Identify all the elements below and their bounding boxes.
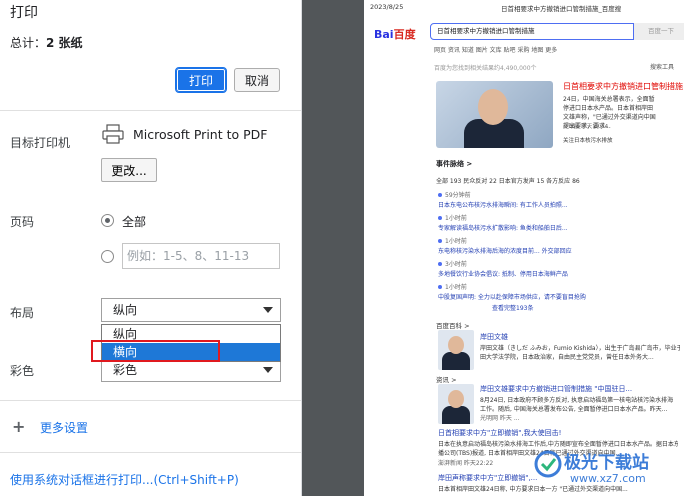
news-thumbnail	[438, 384, 474, 424]
sheet-total-value: 2 张纸	[46, 36, 83, 50]
timeline-item: 1小时前	[438, 282, 467, 291]
layout-select-value: 纵向	[113, 303, 138, 317]
chevron-down-icon	[263, 307, 273, 313]
divider	[0, 452, 301, 453]
baike-title: 岸田文雄	[480, 333, 508, 341]
system-dialog-link[interactable]: 使用系统对话框进行打印...(Ctrl+Shift+P)	[10, 471, 239, 488]
divider	[0, 110, 301, 111]
timeline-item: 59分钟前	[438, 190, 471, 199]
card-follow: 关注日本核污水排放	[563, 138, 613, 144]
baidu-logo: Bai百度	[374, 26, 416, 42]
watermark-url: www.xz7.com	[570, 472, 646, 485]
baidu-logo-b: 百度	[393, 28, 416, 41]
pages-all-radio[interactable]	[101, 214, 114, 227]
plus-icon[interactable]: +	[12, 419, 25, 435]
chevron-down-icon	[263, 367, 273, 373]
timeline-item: 多地餐饮行业协会倡议: 抵制、停用日本海鲜产品	[438, 271, 568, 278]
pages-range-input[interactable]: 例如：1-5、8、11-13	[122, 243, 280, 269]
printer-name: Microsoft Print to PDF	[133, 127, 268, 142]
color-label: 彩色	[10, 364, 35, 378]
pages-range-placeholder: 例如：1-5、8、11-13	[127, 249, 250, 263]
events-heading: 事件脉络 >	[436, 160, 473, 168]
timeline-item: 东电称核污染水排海后海的浓度目前... 外交部回应	[438, 248, 572, 255]
sheet-total-prefix: 总计：	[10, 36, 47, 50]
print-page-title: 日首相要求中方撤销进口管制措施_百度搜	[501, 5, 622, 13]
preview-search-button: 百度一下	[634, 23, 684, 40]
preview-result-count: 百度为您找到相关结果约4,490,000个	[434, 65, 537, 72]
printer-icon	[102, 124, 124, 144]
color-select-value: 彩色	[113, 363, 138, 377]
news-line: 8月24日, 日本政府不顾多方反对, 执意启动福岛第一核电站核污染水排海	[480, 397, 674, 404]
baike-line: 岸田文雄（きしだ ふみお，Fumio Kishida），出生于广岛县广岛市，毕业…	[480, 345, 680, 352]
pages-label: 页码	[10, 215, 35, 229]
watermark-brand: 极光下载站	[564, 453, 649, 473]
site-watermark: 极光下载站 www.xz7.com	[530, 446, 684, 496]
person-photo	[438, 330, 474, 370]
preview-search-tools: 搜索工具	[650, 64, 675, 71]
card-title: 日首相要求中方撤销进口管制措施	[563, 82, 683, 91]
dialog-title: 打印	[10, 5, 38, 21]
divider	[0, 400, 301, 401]
timeline-item: 3小时前	[438, 259, 467, 268]
cancel-button[interactable]: 取消	[234, 68, 280, 92]
change-printer-button[interactable]: 更改...	[101, 158, 157, 182]
sheet-total: 总计：2 张纸	[10, 34, 83, 51]
timeline-item: 1小时前	[438, 213, 467, 222]
destination-label: 目标打印机	[10, 136, 71, 150]
card-source: 环球网 昨天19:34	[563, 124, 609, 130]
layout-label: 布局	[10, 306, 35, 320]
preview-tabs: 网页 资讯 知道 图片 文库 贴吧 采购 地图 更多	[434, 47, 558, 54]
highlight-box	[91, 340, 220, 362]
print-button[interactable]: 打印	[175, 67, 227, 93]
preview-page: 2023/8/25 日首相要求中方撤销进口管制措施_百度搜 Bai百度 日首相要…	[364, 0, 684, 496]
news-photo	[436, 81, 553, 148]
print-date: 2023/8/25	[370, 3, 404, 11]
news-title: 岸田文雄要求中方撤销进口管制措施 "中国驻日...	[480, 385, 633, 393]
pages-custom-radio[interactable]	[101, 250, 114, 263]
baike-line: 田大学法学院，日本政治家，自由民主党党员，曾任日本外务大...	[480, 354, 654, 361]
timeline-item: 中股复国声明: 全力以赴保障市场供应，请不要盲目抢购	[438, 294, 586, 301]
timeline-item: 日本东电公布核污水排海瞬间: 有工作人员拍照...	[438, 202, 568, 209]
baike-heading: 百度百科 >	[436, 322, 470, 330]
top-news-card: 日首相要求中方撤销进口管制措施 24日，中国海关总署表示，全面暂停进口日本水产品…	[436, 81, 683, 153]
timeline-item: 专家解读福岛核污水扩散影响: 鱼类和船舶日后...	[438, 225, 568, 232]
preview-search-box: 日首相要求中方撤销进口管制措施	[430, 23, 634, 40]
timeline-item: 1小时前	[438, 236, 467, 245]
result-title: 日首相要求中方"立即撤销",我大使回击!	[438, 429, 562, 437]
pages-all-label: 全部	[122, 215, 147, 229]
result-source: 澎湃新闻 昨天22:22	[438, 460, 494, 467]
news-line: 工作。随后, 中国海关总署发布公告, 全面暂停进口日本水产品。昨天...	[480, 406, 668, 413]
baidu-logo-a: Bai	[374, 28, 394, 41]
more-settings-link[interactable]: 更多设置	[40, 419, 88, 436]
news-source: 光明网 昨天 ...	[480, 415, 520, 422]
events-tabs: 全部 193 民众反对 22 日本官方发声 15 各方反应 86	[436, 178, 580, 185]
events-more-link: 查看完整193条	[492, 305, 534, 312]
news-heading: 资讯 >	[436, 376, 457, 384]
print-settings-panel: 打印 总计：2 张纸 打印 取消 目标打印机 Microsoft Print t…	[0, 0, 302, 496]
watermark-logo-icon	[534, 450, 562, 478]
layout-select[interactable]: 纵向	[101, 298, 281, 322]
